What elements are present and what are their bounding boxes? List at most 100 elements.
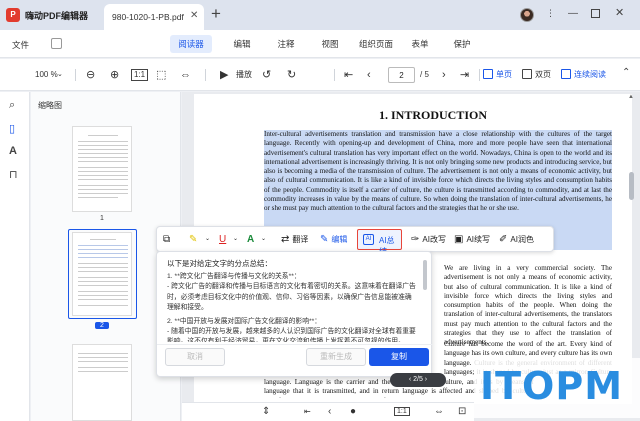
continuous-reading-button[interactable]: 连续阅读 — [574, 69, 606, 80]
edit-icon: ✎ — [320, 234, 329, 245]
divider — [157, 344, 433, 345]
first-page-icon[interactable]: ⇤ — [344, 68, 353, 82]
page-thumbnail-1[interactable] — [72, 126, 132, 212]
divider — [205, 69, 206, 81]
bookmark-icon[interactable]: ⊓ — [9, 168, 18, 181]
maximize-icon[interactable] — [591, 9, 600, 18]
fit-height-icon[interactable]: ⇕ — [262, 406, 270, 417]
summary-content[interactable]: 1. **跨文化广告翻译与传播与文化的关系**： - 跨文化广告的翻译和传播与目… — [167, 272, 417, 342]
selection-toolbar: ⧉ ✎ ⌄ U ⌄ A ⌄ ⇄翻译 ✎编辑 AI AI总结 ✑AI改写 ▣AI续… — [156, 226, 554, 256]
divider — [75, 69, 76, 81]
chevron-down-icon[interactable]: ⌄ — [233, 234, 238, 245]
ai-icon: AI — [363, 234, 374, 245]
doc-heading: 1. INTRODUCTION — [379, 108, 488, 122]
zoom-select[interactable]: 100 % ⌄ — [27, 68, 69, 82]
page-indicator: 2/5 — [413, 376, 423, 383]
ai-summary-button[interactable]: AI AI总结 — [357, 229, 402, 256]
fit-width-icon[interactable]: ⇔ — [180, 68, 191, 82]
regenerate-button[interactable]: 重新生成 — [306, 348, 366, 366]
popup-scrollbar[interactable] — [423, 260, 427, 290]
bottom-bar: ⇕ ⇤ ‹ ● 1:1 ⇔ ⊡ — [182, 402, 474, 421]
single-page-button[interactable]: 单页 — [496, 69, 512, 80]
search-icon[interactable]: ⌕ — [9, 99, 15, 112]
prev-page-icon[interactable]: ‹ — [328, 406, 331, 417]
ai-rewrite-button[interactable]: ✑ AI改写 — [411, 234, 446, 245]
collapse-toolbar-icon[interactable]: ⌃ — [622, 66, 630, 80]
save-icon[interactable] — [51, 38, 62, 49]
copy-button[interactable]: 复制 — [369, 348, 429, 366]
vertical-scrollbar[interactable] — [629, 172, 634, 200]
underline-icon[interactable]: U — [219, 234, 229, 245]
page-nav-pill[interactable]: ‹ 2/5 › — [390, 373, 446, 387]
page-total: / 5 — [420, 70, 429, 79]
play-label[interactable]: 播放 — [236, 69, 252, 80]
chevron-down-icon[interactable]: ⌄ — [205, 234, 210, 245]
chevron-down-icon[interactable]: ⌄ — [261, 234, 266, 245]
next-page-icon[interactable]: › — [423, 376, 427, 383]
tab-protect[interactable]: 保护 — [448, 35, 476, 53]
zoom-in-icon[interactable]: ⊕ — [110, 68, 119, 82]
play-icon[interactable]: ● — [350, 406, 356, 417]
close-window-icon[interactable]: ✕ — [615, 6, 624, 19]
text-icon[interactable]: A — [9, 145, 17, 157]
copy-icon[interactable]: ⧉ — [163, 234, 173, 245]
document-paragraph: We are living in a very commercial socie… — [444, 264, 612, 347]
minimize-icon[interactable]: — — [568, 8, 578, 19]
divider — [334, 69, 335, 81]
ai-continue-button[interactable]: ▣ AI续写 — [454, 234, 490, 245]
text-color-icon[interactable]: A — [247, 234, 257, 245]
page-thumbnail-3[interactable] — [72, 344, 132, 421]
first-page-icon[interactable]: ⇤ — [304, 407, 311, 416]
chevron-down-icon: ⌄ — [57, 71, 63, 78]
actual-size-icon[interactable]: 1:1 — [394, 407, 410, 416]
tab-annotate[interactable]: 注释 — [272, 35, 300, 53]
translate-button[interactable]: ⇄ 翻译 — [281, 234, 308, 245]
ai-polish-button[interactable]: ✐ AI润色 — [499, 234, 534, 245]
double-page-button[interactable]: 双页 — [535, 69, 551, 80]
last-page-icon[interactable]: ⇥ — [460, 68, 469, 82]
summary-point-body: - 跨文化广告的翻译和传播与目标语言的文化有着密切的关系。这意味着在翻译广告时，… — [167, 283, 416, 312]
popup-intro: 以下是对给定文字的分点总结： — [167, 259, 272, 268]
title-bar: P 嗨动PDF编辑器 980-1020-1-PB.pdf ✕ + ⋮ — ✕ — [0, 0, 640, 30]
watermark-text: ITOPM — [480, 364, 624, 408]
summary-point-title: 2. **中国开放与发展对国际广告文化翻译的影响**： — [167, 317, 322, 325]
prev-page-icon[interactable]: ‹ — [367, 68, 371, 82]
app-logo-icon: P — [6, 8, 20, 22]
zoom-out-icon[interactable]: ⊖ — [86, 68, 95, 82]
add-tab-icon[interactable]: + — [211, 4, 221, 24]
thumbnails-title: 缩略图 — [38, 101, 62, 110]
edit-button[interactable]: ✎ 编辑 — [320, 234, 347, 245]
tab-organize-pages[interactable]: 组织页面 — [352, 35, 400, 53]
tab-label: 980-1020-1-PB.pdf — [112, 12, 184, 22]
play-icon[interactable]: ▶ — [220, 68, 228, 82]
rotate-left-icon[interactable]: ↺ — [262, 68, 271, 82]
document-tab[interactable]: 980-1020-1-PB.pdf ✕ — [104, 4, 204, 30]
cancel-button[interactable]: 取消 — [165, 348, 225, 366]
fit-page-icon[interactable]: ⇔ — [434, 406, 444, 417]
more-options-icon[interactable]: ⋮ — [546, 8, 555, 19]
actual-size-icon[interactable]: 1:1 — [131, 69, 149, 81]
highlight-icon[interactable]: ✎ — [189, 234, 200, 245]
tab-reader[interactable]: 阅读器 — [170, 35, 212, 53]
avatar[interactable] — [520, 8, 534, 22]
left-rail: ⌕ ▯ A ⊓ — [0, 92, 30, 421]
tab-view[interactable]: 视图 — [316, 35, 344, 53]
page-thumbnail-2[interactable] — [72, 232, 132, 316]
fit-width-icon[interactable]: ⊡ — [458, 406, 466, 417]
tab-forms[interactable]: 表单 — [406, 35, 434, 53]
divider — [479, 69, 480, 81]
page-number-input[interactable] — [388, 67, 415, 83]
watermark-logo: ITOPM — [474, 358, 640, 418]
double-page-icon[interactable] — [522, 69, 532, 79]
scroll-up-icon[interactable]: ▲ — [628, 94, 634, 100]
thumbnail-icon[interactable]: ▯ — [9, 122, 15, 135]
tab-close-icon[interactable]: ✕ — [190, 10, 198, 21]
continuous-icon[interactable] — [561, 69, 571, 79]
tab-edit[interactable]: 编辑 — [228, 35, 256, 53]
next-page-icon[interactable]: › — [442, 68, 446, 82]
ai-polish-icon: ✐ — [499, 234, 508, 245]
single-page-icon[interactable] — [483, 69, 493, 79]
file-menu[interactable]: 文件 — [12, 39, 29, 51]
fit-page-icon[interactable]: ⬚ — [156, 68, 166, 82]
rotate-right-icon[interactable]: ↻ — [287, 68, 296, 82]
